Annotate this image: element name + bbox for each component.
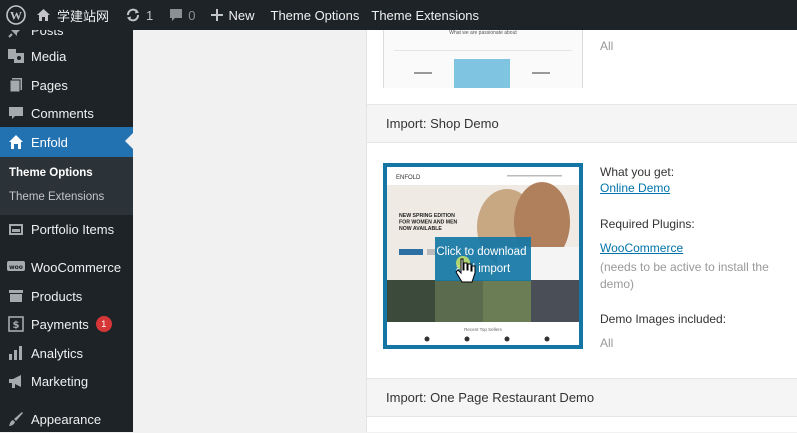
sidebar-item-label: WooCommerce — [31, 259, 122, 275]
restaurant-demo-heading-text: Import: One Page Restaurant Demo — [386, 390, 595, 405]
main-content: What we are passionate about All Import:… — [133, 30, 797, 432]
home-icon — [37, 9, 50, 21]
sidebar-item-label: Appearance — [31, 411, 102, 427]
pages-icon — [5, 75, 27, 95]
online-demo-link-wrap: Online Demo — [600, 181, 670, 195]
demo-images-value: All — [600, 336, 614, 350]
sidebar-item-label: Media — [31, 48, 67, 64]
restaurant-demo-heading: Import: One Page Restaurant Demo — [367, 378, 797, 417]
new-label: New — [228, 7, 255, 23]
dollar-icon: $ — [5, 314, 27, 334]
sidebar-item-label: Portfolio Items — [31, 221, 115, 237]
sidebar-item-appearance[interactable]: Appearance — [0, 405, 133, 433]
megaphone-icon — [5, 371, 27, 391]
comments-link[interactable]: 0 — [163, 0, 201, 30]
new-content-menu[interactable]: New — [205, 0, 260, 30]
required-plugins-label: Required Plugins: — [600, 217, 695, 231]
home-icon — [5, 132, 27, 152]
portfolio-icon — [5, 219, 27, 239]
sidebar-item-products[interactable]: Products — [0, 282, 133, 310]
previous-demo-thumbnail[interactable]: What we are passionate about — [383, 30, 583, 88]
bar-chart-icon — [5, 343, 27, 363]
comment-icon — [5, 103, 27, 123]
wordpress-logo-menu[interactable]: W — [0, 0, 32, 30]
submenu-theme-options[interactable]: Theme Options — [9, 167, 93, 179]
sidebar-item-label: Pages — [31, 77, 68, 93]
woo-icon: woo — [5, 257, 27, 277]
submenu-theme-extensions[interactable]: Theme Extensions — [9, 191, 104, 203]
demo-import-panel: What we are passionate about All Import:… — [366, 30, 797, 432]
sidebar-item-portfolio-items[interactable]: Portfolio Items — [0, 215, 133, 243]
sidebar-item-label: Marketing — [31, 373, 89, 389]
enfold-submenu: Theme Options Theme Extensions — [0, 157, 133, 215]
brush-icon — [5, 409, 27, 429]
site-name: 学建站网 — [57, 8, 110, 24]
previous-demo-thumb-caption: What we are passionate about — [449, 30, 517, 36]
updates-count: 1 — [146, 7, 154, 23]
theme-options-toolbar-link[interactable]: Theme Options — [265, 0, 366, 30]
woocommerce-link[interactable]: WooCommerce — [600, 241, 683, 255]
sidebar-item-label: Products — [31, 288, 83, 304]
shop-demo-heading: Import: Shop Demo — [367, 104, 797, 143]
refresh-icon — [127, 8, 140, 22]
theme-options-toolbar-label: Theme Options — [270, 7, 360, 23]
admin-sidebar: Posts Media Pages Comments Enfold Theme … — [0, 23, 133, 433]
shop-demo-import-thumbnail[interactable]: ENFOLD NEW SPRING EDITION FOR WOMEN AND … — [383, 163, 583, 349]
previous-demo-images-value: All — [600, 39, 614, 53]
thumb-logo: ENFOLD — [396, 175, 421, 181]
wordpress-icon: W — [6, 5, 26, 25]
shop-demo-heading-text: Import: Shop Demo — [386, 116, 499, 131]
theme-extensions-toolbar-link[interactable]: Theme Extensions — [365, 0, 485, 30]
sidebar-item-marketing[interactable]: Marketing — [0, 367, 133, 395]
admin-toolbar: W 学建站网 1 0 New Theme Options Theme Exten… — [0, 0, 797, 30]
archive-icon — [5, 286, 27, 306]
payments-badge: 1 — [95, 316, 112, 332]
sidebar-item-analytics[interactable]: Analytics — [0, 339, 133, 367]
sidebar-item-payments[interactable]: $ Payments 1 — [0, 310, 133, 338]
demo-images-label: Demo Images included: — [600, 312, 727, 326]
theme-extensions-toolbar-label: Theme Extensions — [371, 7, 480, 23]
woocommerce-link-wrap: WooCommerce — [600, 241, 683, 255]
sidebar-item-enfold[interactable]: Enfold — [0, 127, 133, 157]
sidebar-item-label: Analytics — [31, 345, 84, 361]
sidebar-item-label: Enfold — [31, 134, 68, 150]
what-you-get-label: What you get: — [600, 165, 675, 179]
plugin-note: (needs to be active to install the demo) — [600, 260, 769, 291]
comments-count: 0 — [188, 7, 196, 23]
current-menu-arrow — [125, 133, 133, 149]
sidebar-item-comments[interactable]: Comments — [0, 99, 133, 127]
svg-text:W: W — [10, 9, 22, 23]
sidebar-item-woocommerce[interactable]: woo WooCommerce — [0, 253, 133, 281]
svg-text:$: $ — [13, 320, 20, 331]
plus-icon — [211, 9, 224, 21]
sidebar-item-pages[interactable]: Pages — [0, 71, 133, 99]
updates-link[interactable]: 1 — [119, 0, 159, 30]
site-name-link[interactable]: 学建站网 — [32, 0, 115, 30]
comment-bubble-icon — [170, 9, 183, 21]
thumb-footer: Recent Top Sellers — [464, 327, 502, 332]
media-icon — [5, 46, 27, 66]
sidebar-item-label: Payments — [31, 316, 89, 332]
sidebar-item-media[interactable]: Media — [0, 42, 133, 70]
online-demo-link[interactable]: Online Demo — [600, 181, 670, 195]
sidebar-item-label: Comments — [31, 105, 94, 121]
svg-text:woo: woo — [9, 264, 23, 271]
